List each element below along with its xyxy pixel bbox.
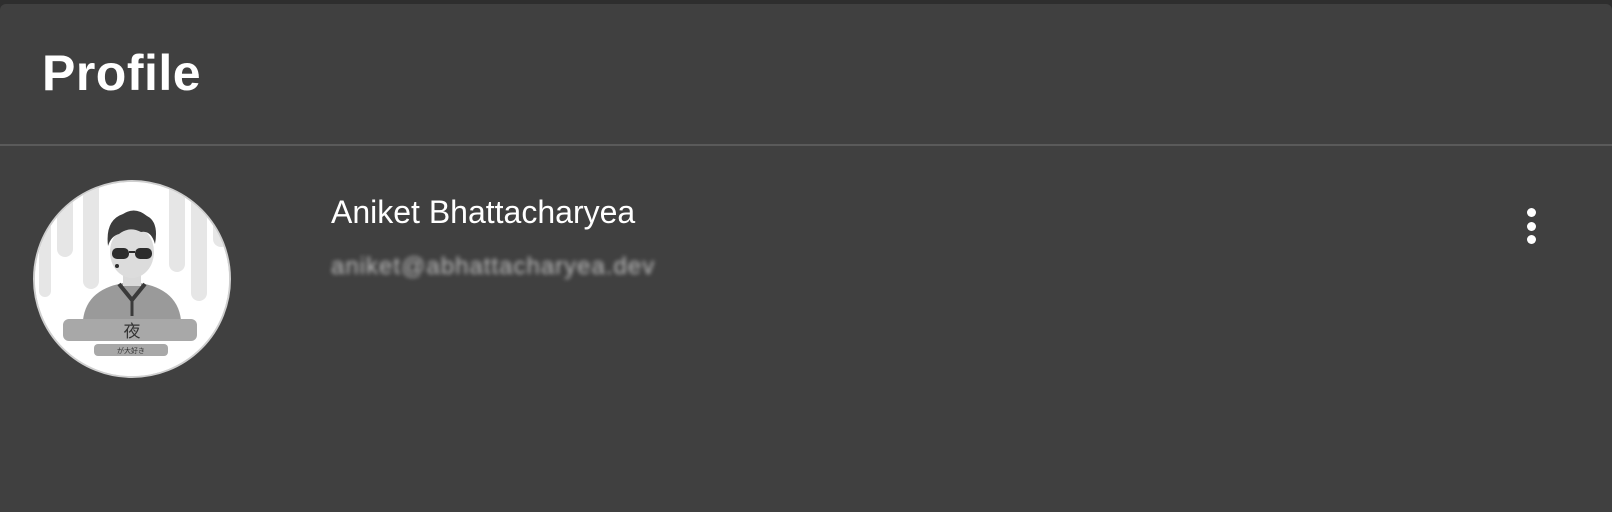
page-title: Profile: [42, 45, 202, 101]
avatar-main-glyph: 夜: [124, 322, 141, 342]
kebab-dot: [1526, 208, 1536, 217]
more-vertical-icon[interactable]: [1516, 204, 1546, 248]
profile-info: Aniket Bhattacharyea aniket@abhattachary…: [331, 192, 655, 282]
avatar-sub-text: が大好き: [117, 346, 145, 355]
profile-row: 夜 が大好き Aniket Bhattacharyea aniket@abhat…: [0, 146, 1612, 506]
kebab-dot: [1526, 235, 1536, 244]
avatar-illustration: 夜 が大好き: [35, 182, 229, 376]
profile-name: Aniket Bhattacharyea: [331, 194, 636, 230]
profile-window: Profile 夜 が大好き Aniket Bhattacharyea anik…: [0, 4, 1612, 512]
kebab-dot: [1526, 221, 1536, 231]
profile-email: aniket@abhattacharyea.dev: [331, 253, 656, 280]
page-header: Profile: [0, 4, 1612, 146]
avatar[interactable]: 夜 が大好き: [33, 180, 231, 378]
